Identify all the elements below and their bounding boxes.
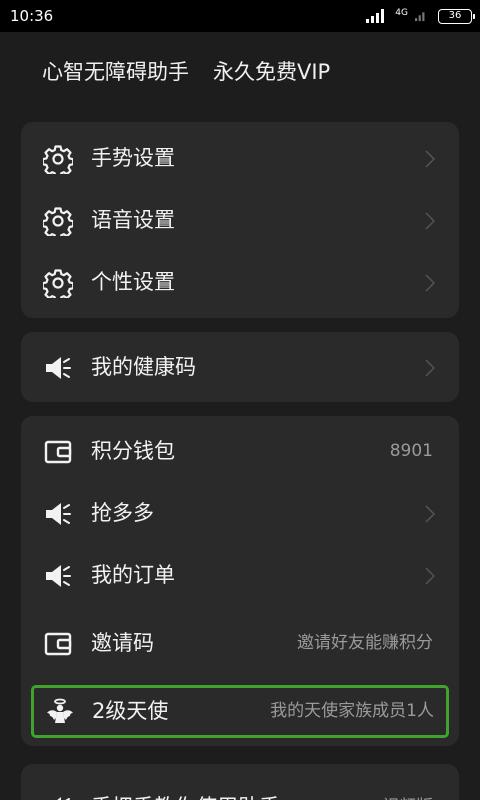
status-bar: 10:36 4G 36 (0, 0, 480, 32)
header: 心智无障碍助手 永久免费VIP (42, 56, 330, 86)
invite-code-hint: 邀请好友能赚积分 (297, 633, 433, 653)
health-code-label: 我的健康码 (91, 355, 196, 379)
health-card: 我的健康码 (21, 332, 459, 402)
chevron-right-icon (425, 359, 435, 377)
signal-icon (366, 9, 385, 23)
angel-icon (47, 698, 73, 723)
tutorial-row[interactable]: 手把手教你使用助手 视频版 (21, 776, 459, 800)
wallet-points-value: 8901 (389, 441, 433, 461)
speaker-icon (57, 797, 70, 800)
wallet-label: 积分钱包 (91, 439, 175, 463)
status-indicators: 4G 36 (366, 6, 475, 26)
tutorial-label: 手把手教你使用助手 (91, 776, 280, 800)
vip-label: 永久免费VIP (213, 60, 331, 84)
health-code-row[interactable]: 我的健康码 (21, 336, 459, 398)
qiangduoduo-label: 抢多多 (91, 501, 154, 525)
chevron-right-icon (425, 505, 435, 523)
speaker-icon (46, 503, 71, 525)
qiangduoduo-row[interactable]: 抢多多 (21, 482, 459, 544)
wallet-icon (44, 440, 72, 464)
network-type-label: 4G (395, 7, 408, 18)
tutorial-card: 手把手教你使用助手 视频版 (21, 764, 459, 800)
gesture-settings-label: 手势设置 (91, 146, 175, 170)
gesture-settings-row[interactable]: 手势设置 (21, 127, 459, 189)
wallet-row[interactable]: 积分钱包 8901 (21, 420, 459, 482)
voice-settings-label: 语音设置 (91, 208, 175, 232)
chevron-right-icon (425, 567, 435, 585)
chevron-right-icon (425, 212, 435, 230)
speaker-icon (46, 565, 71, 587)
gear-icon (43, 145, 73, 174)
personal-settings-row[interactable]: 个性设置 (21, 251, 459, 313)
wallet-icon (44, 632, 72, 656)
invite-code-label: 邀请码 (91, 631, 154, 655)
status-time: 10:36 (10, 7, 54, 25)
invite-code-row[interactable]: 邀请码 邀请好友能赚积分 (21, 612, 459, 674)
chevron-right-icon (425, 274, 435, 292)
signal-icon-2 (415, 12, 425, 22)
angel-family-count: 我的天使家族成员1人 (270, 701, 434, 721)
angel-level-row[interactable]: 2级天使 我的天使家族成员1人 (31, 685, 449, 738)
speaker-icon (46, 357, 71, 379)
my-orders-label: 我的订单 (91, 563, 175, 587)
gear-icon (43, 207, 73, 236)
personal-settings-label: 个性设置 (91, 270, 175, 294)
my-orders-row[interactable]: 我的订单 (21, 544, 459, 606)
app-name: 心智无障碍助手 (42, 60, 189, 84)
gear-icon (43, 269, 73, 298)
battery-indicator: 36 (438, 8, 475, 24)
tutorial-video-tag: 视频版 (382, 776, 433, 800)
chevron-right-icon (425, 150, 435, 168)
angel-level-label: 2级天使 (92, 699, 169, 723)
settings-card: 手势设置 语音设置 个性设置 (21, 122, 459, 318)
voice-settings-row[interactable]: 语音设置 (21, 189, 459, 251)
